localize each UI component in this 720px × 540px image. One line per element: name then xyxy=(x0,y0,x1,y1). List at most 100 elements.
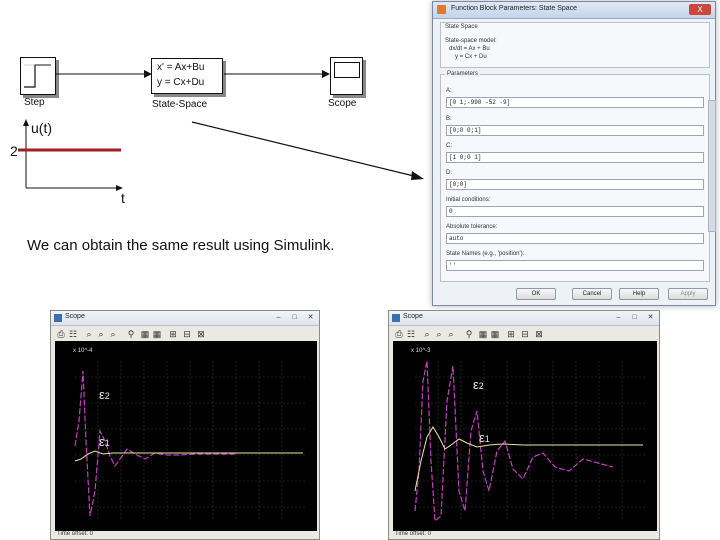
input-xlabel: t xyxy=(121,190,125,206)
zoom-y-icon[interactable]: ⌕ xyxy=(446,329,456,339)
restore-axes-icon[interactable]: ▦ xyxy=(152,329,162,339)
scope-left-title: Scope xyxy=(65,313,85,320)
autoscale-icon[interactable]: ⚲ xyxy=(464,329,474,339)
parameters-icon[interactable]: ☷ xyxy=(406,329,416,339)
scope-window-right: Scope – □ ✕ ⎙ ☷ ⌕ ⌕ ⌕ ⚲ ▦ ▦ ⊞ ⊟ ⊠ x 10^-… xyxy=(388,310,660,540)
restore-axes-icon[interactable]: ▦ xyxy=(490,329,500,339)
scope-right-time-offset: Time offset: 0 xyxy=(395,531,432,537)
parameters-title: Parameters xyxy=(445,71,481,77)
scope-screen-icon xyxy=(334,62,360,78)
autoscale-icon[interactable]: ⚲ xyxy=(126,329,136,339)
scope-left-exponent-label: x 10^-4 xyxy=(73,348,93,354)
scope-block[interactable] xyxy=(330,57,363,95)
zoom-in-icon[interactable]: ⌕ xyxy=(84,329,94,339)
scope-right-exponent-label: x 10^-3 xyxy=(411,348,431,354)
pointer-arrow xyxy=(191,121,424,180)
field-input-initial-conditions[interactable]: 0 xyxy=(446,206,704,217)
dialog-scrollbar[interactable] xyxy=(708,100,716,232)
scope-right-maximize-icon[interactable]: □ xyxy=(630,313,639,322)
scope-left-eps1-sub: 1 xyxy=(104,438,110,448)
scope-left-app-icon xyxy=(54,314,62,322)
lock-axes-icon[interactable]: ⊟ xyxy=(182,329,192,339)
ok-button[interactable]: OK xyxy=(516,288,556,300)
scope-label: Scope xyxy=(328,98,357,109)
scope-right-close-icon[interactable]: ✕ xyxy=(646,313,655,322)
parameters-icon[interactable]: ☷ xyxy=(68,329,78,339)
field-input-b[interactable]: [0;0 0;1] xyxy=(446,125,704,136)
field-input-c[interactable]: [1 0;0 1] xyxy=(446,152,704,163)
caption: We can obtain the same result using Simu… xyxy=(27,237,335,254)
signal-selector-icon[interactable]: ⊠ xyxy=(534,329,544,339)
step-icon xyxy=(24,64,51,88)
scope-right-traces xyxy=(414,360,645,523)
statespace-equation-1: x' = Ax+Bu xyxy=(157,62,205,73)
field-input-d[interactable]: [0;0] xyxy=(446,179,704,190)
description-line-3: y = Cx + Du xyxy=(455,54,487,60)
scope-left-plot-area[interactable]: x 10^-4 ε2 ε1 xyxy=(55,341,317,531)
zoom-y-icon[interactable]: ⌕ xyxy=(108,329,118,339)
step-label: Step xyxy=(24,97,45,108)
zoom-x-icon[interactable]: ⌕ xyxy=(434,329,444,339)
field-label-absolute-tolerance: Absolute tolerance: xyxy=(446,224,498,230)
scope-right-eps1-label: ε1 xyxy=(479,430,490,445)
field-label-a: A: xyxy=(446,88,452,94)
scope-left-minimize-icon[interactable]: – xyxy=(274,313,283,322)
scope-left-title-bar[interactable]: Scope – □ ✕ xyxy=(51,311,319,326)
description-line-1: State-space model: xyxy=(445,38,497,44)
dialog-app-icon xyxy=(437,5,446,14)
epsilon-1-trace xyxy=(414,426,643,492)
scope-right-plot-area[interactable]: x 10^-3 ε2 ε1 xyxy=(393,341,657,531)
statespace-label: State-Space xyxy=(152,99,208,110)
scope-left-time-offset: Time offset: 0 xyxy=(57,531,94,537)
scope-right-title: Scope xyxy=(403,313,423,320)
save-axes-icon[interactable]: ▦ xyxy=(478,329,488,339)
lock-axes-icon[interactable]: ⊟ xyxy=(520,329,530,339)
field-label-d: D: xyxy=(446,170,452,176)
description-group xyxy=(440,22,710,68)
scope-right-eps1-sub: 1 xyxy=(484,434,490,444)
floating-scope-icon[interactable]: ⊞ xyxy=(168,329,178,339)
scope-left-eps2-sub: 2 xyxy=(104,391,110,401)
connector-step-to-statespace xyxy=(56,70,152,78)
field-input-absolute-tolerance[interactable]: auto xyxy=(446,233,704,244)
field-label-c: C: xyxy=(446,143,452,149)
scope-window-left: Scope – □ ✕ ⎙ ☷ ⌕ ⌕ ⌕ ⚲ ▦ ▦ ⊞ ⊟ ⊠ x 10^-… xyxy=(50,310,320,540)
zoom-x-icon[interactable]: ⌕ xyxy=(96,329,106,339)
scope-right-eps2-label: ε2 xyxy=(473,377,484,392)
print-icon[interactable]: ⎙ xyxy=(394,329,404,339)
statespace-equation-2: y = Cx+Du xyxy=(157,77,205,88)
apply-button[interactable]: Apply xyxy=(668,288,708,300)
scope-right-title-bar[interactable]: Scope – □ ✕ xyxy=(389,311,659,326)
signal-selector-icon[interactable]: ⊠ xyxy=(196,329,206,339)
dialog-title: Function Block Parameters: State Space xyxy=(451,5,578,12)
field-input-state-names[interactable]: '' xyxy=(446,260,704,271)
scope-left-traces xyxy=(74,361,305,519)
scope-right-minimize-icon[interactable]: – xyxy=(614,313,623,322)
dialog-close-button[interactable]: X xyxy=(689,4,711,15)
cancel-button[interactable]: Cancel xyxy=(572,288,612,300)
help-button[interactable]: Help xyxy=(619,288,659,300)
scope-right-app-icon xyxy=(392,314,400,322)
print-icon[interactable]: ⎙ xyxy=(56,329,66,339)
scope-left-eps2-label: ε2 xyxy=(99,387,110,402)
description-line-2: dx/dt = Ax + Bu xyxy=(449,46,490,52)
field-label-initial-conditions: Initial conditions: xyxy=(446,197,491,203)
epsilon-2-trace xyxy=(414,360,614,523)
field-label-state-names: State Names (e.g., 'position'): xyxy=(446,251,525,257)
field-input-a[interactable]: [0 1;-990 -52 -9] xyxy=(446,97,704,108)
field-label-b: B: xyxy=(446,116,452,122)
description-title: State Space xyxy=(445,24,478,30)
step-block[interactable] xyxy=(20,57,56,95)
scope-left-eps1-label: ε1 xyxy=(99,434,110,449)
input-level-label: 2 xyxy=(10,143,18,159)
scope-left-maximize-icon[interactable]: □ xyxy=(290,313,299,322)
statespace-block[interactable]: x' = Ax+Bu y = Cx+Du xyxy=(151,58,223,94)
save-axes-icon[interactable]: ▦ xyxy=(140,329,150,339)
input-ylabel: u(t) xyxy=(31,120,52,136)
connector-statespace-to-scope xyxy=(224,70,330,78)
dialog-title-bar[interactable]: Function Block Parameters: State Space X xyxy=(433,2,715,19)
zoom-in-icon[interactable]: ⌕ xyxy=(422,329,432,339)
scope-right-eps2-sub: 2 xyxy=(478,381,484,391)
scope-left-close-icon[interactable]: ✕ xyxy=(306,313,315,322)
floating-scope-icon[interactable]: ⊞ xyxy=(506,329,516,339)
